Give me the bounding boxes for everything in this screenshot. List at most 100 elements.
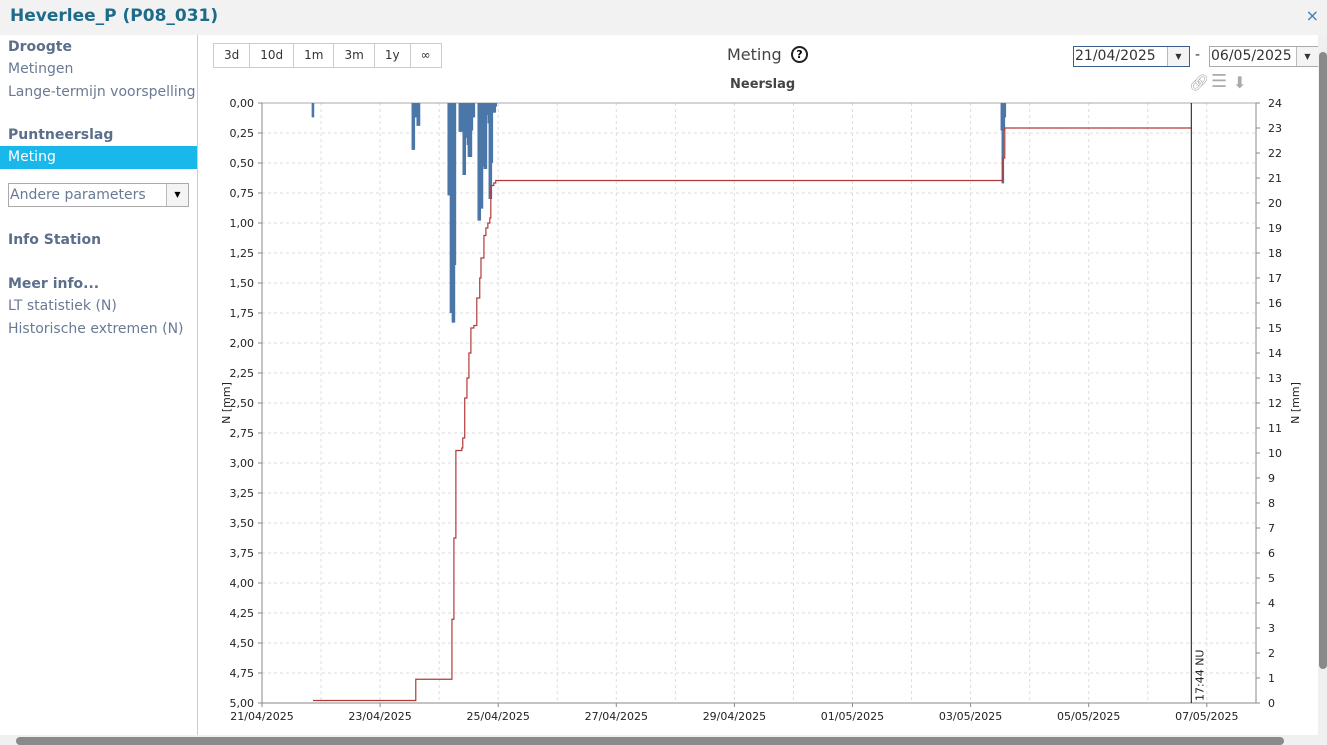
download-icon[interactable]: ⬇ xyxy=(1233,73,1246,92)
y-right-tick-label: 16 xyxy=(1268,297,1282,310)
y-right-tick-label: 12 xyxy=(1268,397,1282,410)
sidebar-item-meting[interactable]: Meting xyxy=(0,146,197,169)
y-right-tick-label: 0 xyxy=(1268,697,1275,710)
precipitation-bar xyxy=(453,103,457,265)
range-1y-button[interactable]: 1y xyxy=(375,44,411,67)
sidebar-item-metingen[interactable]: Metingen xyxy=(0,58,197,81)
y-right-tick-label: 13 xyxy=(1268,372,1282,385)
range-10d-button[interactable]: 10d xyxy=(250,44,295,67)
date-to-value: 06/05/2025 xyxy=(1211,48,1292,64)
y-right-tick-label: 8 xyxy=(1268,497,1275,510)
y-right-tick-label: 1 xyxy=(1268,672,1275,685)
y-right-tick-label: 3 xyxy=(1268,622,1275,635)
y-left-tick-label: 2,50 xyxy=(230,397,255,410)
x-tick-label: 27/04/2025 xyxy=(585,710,648,723)
y-left-tick-label: 0,25 xyxy=(230,127,255,140)
y-left-tick-label: 4,25 xyxy=(230,607,255,620)
y-left-axis-label: N [mm] xyxy=(220,382,233,424)
y-left-tick-label: 4,00 xyxy=(230,577,255,590)
vertical-scrollbar-thumb[interactable] xyxy=(1319,52,1327,669)
help-icon[interactable]: ? xyxy=(791,46,808,63)
y-left-tick-label: 5,00 xyxy=(230,697,255,710)
horizontal-scrollbar-thumb[interactable] xyxy=(16,737,1284,745)
y-left-tick-label: 3,75 xyxy=(230,547,255,560)
precipitation-bar xyxy=(494,103,498,107)
y-right-tick-label: 19 xyxy=(1268,222,1282,235)
date-separator: - xyxy=(1195,47,1201,63)
y-right-tick-label: 23 xyxy=(1268,122,1282,135)
x-tick-label: 23/04/2025 xyxy=(348,710,411,723)
link-icon[interactable]: 🔗︎ xyxy=(1189,73,1209,92)
y-right-axis-label: N [mm] xyxy=(1289,382,1302,424)
x-tick-label: 07/05/2025 xyxy=(1175,710,1238,723)
y-right-tick-label: 24 xyxy=(1268,97,1282,110)
sidebar-item-historische-extremen[interactable]: Historische extremen (N) xyxy=(0,318,197,341)
date-from-input[interactable]: 21/04/2025 ▼ xyxy=(1073,46,1190,67)
chart-heading: Meting xyxy=(727,45,782,64)
precipitation-bar xyxy=(311,103,315,118)
y-left-tick-label: 3,50 xyxy=(230,517,255,530)
sidebar-item-lange-termijn[interactable]: Lange-termijn voorspelling xyxy=(0,81,197,104)
chevron-down-icon[interactable]: ▼ xyxy=(166,184,188,206)
y-right-tick-label: 2 xyxy=(1268,647,1275,660)
parameters-select-value: Andere parameters xyxy=(10,187,146,203)
x-tick-label: 21/04/2025 xyxy=(230,710,293,723)
y-right-tick-label: 4 xyxy=(1268,597,1275,610)
list-icon[interactable]: ☰ xyxy=(1211,71,1227,92)
range-all-button[interactable]: ∞ xyxy=(411,44,441,67)
y-left-tick-label: 4,50 xyxy=(230,637,255,650)
y-right-tick-label: 18 xyxy=(1268,247,1282,260)
y-right-tick-label: 20 xyxy=(1268,197,1282,210)
sidebar-item-info-station[interactable]: Info Station xyxy=(0,229,197,251)
range-buttons: 3d 10d 1m 3m 1y ∞ xyxy=(213,43,442,68)
y-right-tick-label: 6 xyxy=(1268,547,1275,560)
y-left-tick-label: 3,00 xyxy=(230,457,255,470)
x-tick-label: 03/05/2025 xyxy=(939,710,1002,723)
y-left-tick-label: 2,25 xyxy=(230,367,255,380)
sidebar: Droogte Metingen Lange-termijn voorspell… xyxy=(0,35,198,735)
precipitation-bar xyxy=(417,103,421,126)
precipitation-chart: 0,00 0,25 0,50 0,75 1,00 1,25 1,50 1,75 2,00 2,25… xyxy=(220,97,1302,723)
y-left-tick-label: 3,25 xyxy=(230,487,255,500)
x-tick-label: 05/05/2025 xyxy=(1057,710,1120,723)
y-right-tick-label: 21 xyxy=(1268,172,1282,185)
section-meer-info: Meer info... xyxy=(8,276,100,292)
y-left-tick-label: 1,25 xyxy=(230,247,255,260)
y-right-tick-label: 11 xyxy=(1268,422,1282,435)
parameters-select[interactable]: Andere parameters ▼ xyxy=(8,183,189,207)
section-droogte: Droogte xyxy=(8,39,72,55)
range-1m-button[interactable]: 1m xyxy=(294,44,335,67)
x-tick-label: 25/04/2025 xyxy=(466,710,529,723)
range-3d-button[interactable]: 3d xyxy=(214,44,251,67)
y-left-tick-label: 2,75 xyxy=(230,427,255,440)
x-tick-label: 29/04/2025 xyxy=(703,710,766,723)
y-left-tick-label: 0,75 xyxy=(230,187,255,200)
y-right-tick-label: 7 xyxy=(1268,522,1275,535)
chart-title: Neerslag xyxy=(730,77,796,92)
y-right-tick-label: 22 xyxy=(1268,147,1282,160)
x-tick-label: 01/05/2025 xyxy=(821,710,884,723)
chevron-down-icon[interactable]: ▼ xyxy=(1167,47,1189,66)
y-right-tick-label: 10 xyxy=(1268,447,1282,460)
y-right-tick-label: 15 xyxy=(1268,322,1282,335)
date-to-input[interactable]: 06/05/2025 ▼ xyxy=(1209,46,1319,67)
y-right-tick-label: 14 xyxy=(1268,347,1282,360)
precipitation-bar xyxy=(1003,103,1007,118)
y-left-tick-label: 4,75 xyxy=(230,667,255,680)
range-3m-button[interactable]: 3m xyxy=(334,44,375,67)
y-left-tick-label: 1,75 xyxy=(230,307,255,320)
date-from-value: 21/04/2025 xyxy=(1075,48,1156,64)
sidebar-item-lt-statistiek[interactable]: LT statistiek (N) xyxy=(0,295,197,318)
y-right-tick-label: 9 xyxy=(1268,472,1275,485)
cumulative-line xyxy=(312,127,1192,702)
y-left-tick-label: 2,00 xyxy=(230,337,255,350)
y-left-tick-label: 0,50 xyxy=(230,157,255,170)
y-left-tick-label: 1,50 xyxy=(230,277,255,290)
close-icon[interactable]: × xyxy=(1306,6,1319,25)
now-marker-label: 17:44 NU xyxy=(1193,650,1206,701)
chevron-down-icon[interactable]: ▼ xyxy=(1296,47,1318,66)
y-right-tick-label: 5 xyxy=(1268,572,1275,585)
section-puntneerslag: Puntneerslag xyxy=(8,127,114,143)
precipitation-bar xyxy=(472,103,476,118)
y-right-tick-label: 17 xyxy=(1268,272,1282,285)
